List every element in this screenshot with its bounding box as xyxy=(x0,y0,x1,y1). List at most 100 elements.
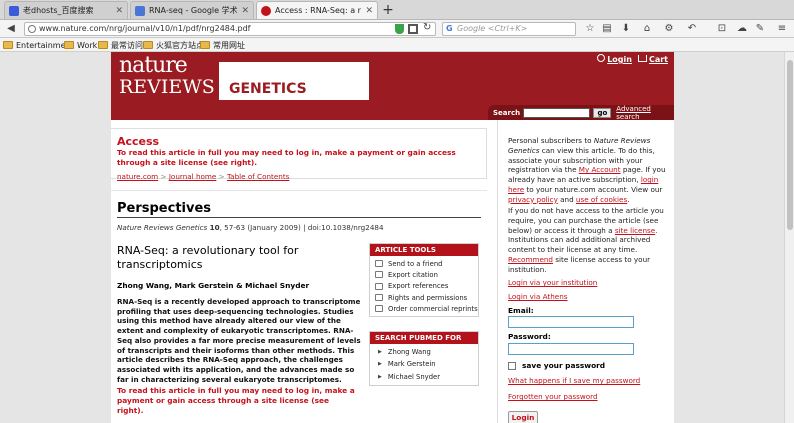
cookies-link[interactable]: use of cookies xyxy=(576,195,627,204)
article-title: RNA-Seq: a revolutionary tool for transc… xyxy=(117,244,299,271)
section-heading: Perspectives xyxy=(117,201,212,216)
tool-export-references[interactable]: Export references xyxy=(375,281,478,292)
tool-rights-permissions[interactable]: Rights and permissions xyxy=(375,292,478,303)
email-field[interactable] xyxy=(508,316,634,328)
password-label: Password: xyxy=(508,332,551,341)
download-icon[interactable]: ⬇ xyxy=(620,23,632,35)
site-search-input[interactable] xyxy=(523,107,591,118)
save-password-option[interactable]: save your password xyxy=(508,361,605,370)
save-password-checkbox[interactable] xyxy=(508,361,516,370)
breadcrumb-toc[interactable]: Table of Contents xyxy=(227,172,289,181)
bookmark-firefox-site[interactable]: 火狐官方站点 xyxy=(143,39,204,51)
folder-icon xyxy=(143,41,153,49)
tab-label: RNA-seq - Google 学术... xyxy=(149,6,238,15)
recommend-link[interactable]: Recommend xyxy=(508,255,553,264)
pubmed-author-link[interactable]: ▶ Michael Snyder xyxy=(370,371,478,383)
site-search: Search go Advanced search xyxy=(488,105,674,121)
tab-nature-access[interactable]: Access : RNA-Seq: a rev... ✕ xyxy=(256,1,378,19)
tool-send-to-friend[interactable]: Send to a friend xyxy=(375,258,478,269)
chat-icon[interactable]: ☁ xyxy=(736,23,748,35)
pubmed-list: ▶ Zhong Wang ▶ Mark Gerstein ▶ Michael Snyd… xyxy=(370,344,478,385)
screenshot-icon[interactable]: ⊡ xyxy=(716,23,728,35)
arrow-icon: ▶ xyxy=(378,373,382,380)
close-tab-icon[interactable]: ✕ xyxy=(241,6,249,16)
folder-icon xyxy=(200,41,210,49)
breadcrumb-separator: > xyxy=(218,172,225,181)
access-box: Access To read this article in full you … xyxy=(111,128,487,181)
tab-label: Access : RNA-Seq: a rev... xyxy=(275,6,361,15)
undo-icon[interactable]: ↶ xyxy=(686,23,698,35)
access-message-bottom: To read this article in full you may nee… xyxy=(117,386,355,415)
advanced-search-link[interactable]: Advanced search xyxy=(616,105,674,121)
nature-page: nature REVIEWS GENETICS Login Cart Searc… xyxy=(111,52,674,423)
login-link[interactable]: Login xyxy=(597,54,632,64)
search-placeholder: Google <Ctrl+K> xyxy=(457,24,528,33)
privacy-policy-link[interactable]: privacy policy xyxy=(508,195,558,204)
pubmed-author: Mark Gerstein xyxy=(387,360,436,369)
reading-list-icon[interactable]: ▤ xyxy=(601,23,613,35)
search-pubmed: SEARCH PUBMED FOR ▶ Zhong Wang ▶ Mark Gers… xyxy=(369,331,479,386)
logo-genetics[interactable]: GENETICS xyxy=(229,81,307,97)
folder-icon xyxy=(64,41,74,49)
close-tab-icon[interactable]: ✕ xyxy=(365,6,373,16)
folder-icon xyxy=(3,41,13,49)
divider xyxy=(117,217,481,218)
search-input[interactable]: G Google <Ctrl+K> xyxy=(442,22,576,36)
cart-link[interactable]: Cart xyxy=(637,54,668,64)
back-icon[interactable]: ◀ xyxy=(4,22,18,36)
pubmed-author: Zhong Wang xyxy=(387,348,431,357)
arrow-icon: ▶ xyxy=(378,361,382,368)
scrollbar-thumb[interactable] xyxy=(787,60,793,230)
bookmark-common-sites[interactable]: 常用网址 xyxy=(200,39,245,51)
tab-google-scholar[interactable]: RNA-seq - Google 学术... ✕ xyxy=(130,1,254,19)
home-icon[interactable]: ⌂ xyxy=(641,23,653,35)
my-account-link[interactable]: My Account xyxy=(579,165,621,174)
bookmark-work[interactable]: Work xyxy=(64,39,97,51)
search-pubmed-heading: SEARCH PUBMED FOR xyxy=(370,332,478,344)
baidu-favicon-icon xyxy=(9,5,19,16)
site-license-link[interactable]: site license xyxy=(615,226,655,235)
menu-icon[interactable]: ≡ xyxy=(776,23,788,35)
new-tab-button[interactable]: + xyxy=(380,2,396,18)
reload-icon[interactable]: ↻ xyxy=(423,22,431,33)
logo-genetics-box: GENETICS xyxy=(219,62,369,100)
tool-order-reprints[interactable]: Order commercial reprints xyxy=(375,303,478,314)
scrollbar[interactable] xyxy=(784,52,794,423)
article-tools-list: Send to a friend Export citation Export … xyxy=(370,256,478,316)
bookmark-star-icon[interactable]: ☆ xyxy=(584,23,596,35)
logo-reviews[interactable]: REVIEWS xyxy=(119,76,215,98)
user-icon xyxy=(597,54,606,62)
access-heading: Access xyxy=(117,135,160,148)
citation-volume: 10 xyxy=(209,223,220,232)
go-button[interactable]: go xyxy=(593,107,612,118)
qr-code-icon[interactable] xyxy=(408,24,418,34)
article-tools: ARTICLE TOOLS Send to a friend Export ci… xyxy=(369,243,479,318)
login-institution-link[interactable]: Login via your institution xyxy=(508,278,597,287)
pubmed-author-link[interactable]: ▶ Zhong Wang xyxy=(370,346,478,358)
password-field[interactable] xyxy=(508,343,634,355)
tab-baidu-search[interactable]: 老dhosts_百度搜索 ✕ xyxy=(4,1,128,19)
what-happens-link[interactable]: What happens if I save my password xyxy=(508,376,640,385)
save-password-label: save your password xyxy=(522,361,606,370)
tool-export-citation[interactable]: Export citation xyxy=(375,269,478,280)
forgotten-password-link[interactable]: Forgotten your password xyxy=(508,392,598,401)
login-button[interactable]: Login xyxy=(508,411,538,423)
pubmed-author-link[interactable]: ▶ Mark Gerstein xyxy=(370,358,478,370)
address-bar[interactable]: www.nature.com/nrg/journal/v10/n1/pdf/nr… xyxy=(24,22,436,36)
breadcrumb-journal-home[interactable]: Journal home xyxy=(169,172,217,181)
shield-icon[interactable] xyxy=(395,24,404,34)
tab-label: 老dhosts_百度搜索 xyxy=(23,6,94,15)
rights-icon xyxy=(375,294,383,302)
login-athens-link[interactable]: Login via Athens xyxy=(508,292,568,301)
breadcrumb-nature[interactable]: nature.com xyxy=(117,172,158,181)
sync-icon[interactable]: ⚙ xyxy=(663,23,675,35)
bookmark-most-visited[interactable]: 最常访问 xyxy=(98,39,143,51)
pubmed-author: Michael Snyder xyxy=(387,372,440,381)
account-links: Login Cart xyxy=(597,54,668,64)
speech-bubble-icon[interactable]: ✎ xyxy=(754,23,766,35)
close-tab-icon[interactable]: ✕ xyxy=(115,6,123,16)
arrow-icon: ▶ xyxy=(378,349,382,356)
cart-icon xyxy=(637,54,647,62)
logo-nature[interactable]: nature xyxy=(119,54,188,78)
access-message: To read this article in full you may nee… xyxy=(117,148,456,167)
